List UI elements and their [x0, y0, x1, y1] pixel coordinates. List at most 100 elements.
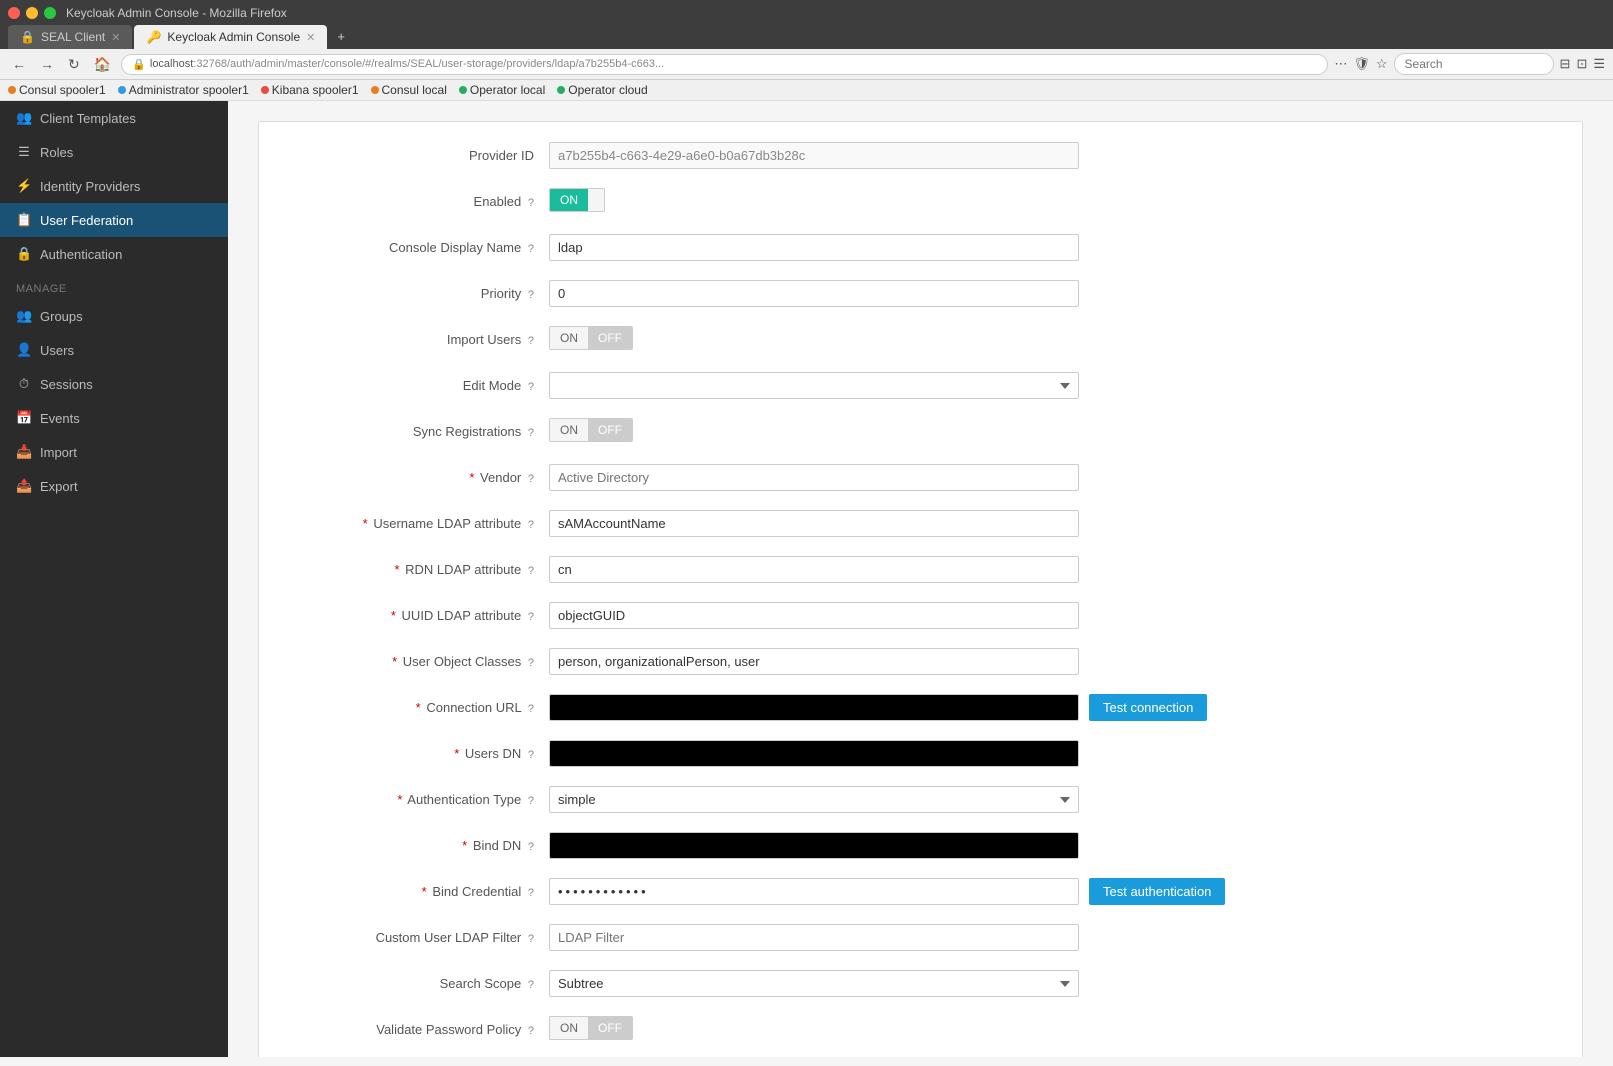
address-bar[interactable]: 🔒 localhost:32768/auth/admin/master/cons…: [121, 54, 1328, 75]
tab-keycloak[interactable]: 🔑 Keycloak Admin Console ✕: [134, 25, 327, 49]
priority-label: Priority ?: [289, 280, 549, 301]
sidebar-item-users[interactable]: 👤 Users: [0, 333, 228, 367]
enabled-toggle[interactable]: ON: [549, 188, 605, 212]
bookmark-icon[interactable]: 🛡: [1353, 56, 1370, 72]
back-button[interactable]: ←: [8, 54, 30, 74]
validate-password-toggle[interactable]: ON OFF: [549, 1016, 633, 1040]
tab-seal-close[interactable]: ✕: [111, 31, 120, 44]
bookmark-operator-cloud[interactable]: Operator cloud: [557, 83, 647, 97]
bind-dn-control: [549, 832, 1552, 859]
window-controls[interactable]: [8, 7, 56, 19]
sidebar-item-label: Authentication: [40, 247, 122, 262]
bind-dn-input[interactable]: [549, 832, 1079, 859]
window-minimize-button[interactable]: [26, 7, 38, 19]
test-connection-button[interactable]: Test connection: [1089, 694, 1207, 721]
user-object-classes-help-icon[interactable]: ?: [528, 657, 534, 669]
connection-url-input[interactable]: [549, 694, 1079, 721]
reader-mode-icon[interactable]: ⊡: [1576, 56, 1587, 72]
custom-filter-input[interactable]: [549, 924, 1079, 951]
users-dn-help-icon[interactable]: ?: [528, 749, 534, 761]
validate-pwd-on-btn[interactable]: ON: [550, 1017, 588, 1039]
authentication-type-select[interactable]: simple none: [549, 786, 1079, 813]
enabled-label: Enabled ?: [289, 188, 549, 209]
uuid-ldap-input[interactable]: [549, 602, 1079, 629]
window-maximize-button[interactable]: [44, 7, 56, 19]
import-users-on-btn[interactable]: ON: [550, 327, 588, 349]
forward-button[interactable]: →: [36, 54, 58, 74]
browser-search-input[interactable]: [1394, 53, 1554, 75]
extensions-icon[interactable]: ⋯: [1334, 56, 1347, 72]
test-authentication-button[interactable]: Test authentication: [1089, 878, 1225, 905]
toggle-on-state[interactable]: ON: [550, 189, 588, 211]
edit-mode-help-icon[interactable]: ?: [528, 381, 534, 393]
sidebar-item-import[interactable]: 📥 Import: [0, 435, 228, 469]
menu-icon[interactable]: ☰: [1593, 56, 1605, 72]
priority-help-icon[interactable]: ?: [528, 289, 534, 301]
star-icon[interactable]: ☆: [1376, 56, 1388, 72]
vendor-help-icon[interactable]: ?: [528, 473, 534, 485]
tab-keycloak-close[interactable]: ✕: [306, 31, 315, 44]
bookmark-consul-spooler1[interactable]: Consul spooler1: [8, 83, 106, 97]
browser-title: Keycloak Admin Console - Mozilla Firefox: [66, 6, 287, 20]
sync-reg-help-icon[interactable]: ?: [528, 427, 534, 439]
sidebar-toggle-icon[interactable]: ⊟: [1560, 56, 1571, 72]
bind-dn-help-icon[interactable]: ?: [528, 841, 534, 853]
sidebar-item-authentication[interactable]: 🔒 Authentication: [0, 237, 228, 271]
user-object-classes-input[interactable]: [549, 648, 1079, 675]
rdn-ldap-input[interactable]: [549, 556, 1079, 583]
users-dn-input[interactable]: [549, 740, 1079, 767]
sidebar-item-identity-providers[interactable]: ⚡ Identity Providers: [0, 169, 228, 203]
sidebar-item-roles[interactable]: ☰ Roles: [0, 135, 228, 169]
sidebar-item-groups[interactable]: 👥 Groups: [0, 299, 228, 333]
username-ldap-input[interactable]: [549, 510, 1079, 537]
search-scope-help-icon[interactable]: ?: [528, 979, 534, 991]
sidebar-item-client-templates[interactable]: 👥 Client Templates: [0, 101, 228, 135]
import-users-off-btn[interactable]: OFF: [588, 327, 632, 349]
sync-reg-on-btn[interactable]: ON: [550, 419, 588, 441]
vendor-input[interactable]: [549, 464, 1079, 491]
tab-seal-favicon: 🔒: [20, 30, 35, 44]
bookmark-kibana-spooler1[interactable]: Kibana spooler1: [261, 83, 359, 97]
validate-password-help-icon[interactable]: ?: [528, 1025, 534, 1037]
browser-chrome: Keycloak Admin Console - Mozilla Firefox…: [0, 0, 1613, 49]
provider-id-input[interactable]: [549, 142, 1079, 169]
bookmark-consul-local[interactable]: Consul local: [371, 83, 447, 97]
bookmark-operator-local[interactable]: Operator local: [459, 83, 545, 97]
sidebar-item-user-federation[interactable]: 📋 User Federation: [0, 203, 228, 237]
home-button[interactable]: 🏠: [90, 54, 115, 75]
sidebar-item-sessions[interactable]: ⏱ Sessions: [0, 367, 228, 401]
uuid-ldap-help-icon[interactable]: ?: [528, 611, 534, 623]
auth-type-help-icon[interactable]: ?: [528, 795, 534, 807]
reload-button[interactable]: ↻: [64, 54, 84, 75]
sidebar-item-export[interactable]: 📤 Export: [0, 469, 228, 503]
bind-credential-input[interactable]: [549, 878, 1079, 905]
console-display-name-input[interactable]: [549, 234, 1079, 261]
bind-cred-help-icon[interactable]: ?: [528, 887, 534, 899]
search-scope-select[interactable]: One Level Subtree: [549, 970, 1079, 997]
new-tab-button[interactable]: +: [329, 24, 353, 49]
user-object-classes-row: * User Object Classes ?: [289, 648, 1552, 680]
username-ldap-help-icon[interactable]: ?: [528, 519, 534, 531]
rdn-ldap-help-icon[interactable]: ?: [528, 565, 534, 577]
tab-keycloak-label: Keycloak Admin Console: [167, 30, 300, 44]
bookmark-admin-spooler1[interactable]: Administrator spooler1: [118, 83, 249, 97]
connection-url-help-icon[interactable]: ?: [528, 703, 534, 715]
users-icon: 👤: [16, 342, 32, 358]
bookmarks-bar: Consul spooler1 Administrator spooler1 K…: [0, 80, 1613, 101]
sync-registrations-toggle[interactable]: ON OFF: [549, 418, 633, 442]
import-users-help-icon[interactable]: ?: [528, 335, 534, 347]
validate-pwd-off-btn[interactable]: OFF: [588, 1017, 632, 1039]
custom-filter-help-icon[interactable]: ?: [528, 933, 534, 945]
edit-mode-select[interactable]: READ_ONLY WRITABLE UNSYNCED: [549, 372, 1079, 399]
priority-input[interactable]: [549, 280, 1079, 307]
sidebar-item-events[interactable]: 📅 Events: [0, 401, 228, 435]
bookmark-dot: [557, 86, 565, 94]
enabled-help-icon[interactable]: ?: [528, 197, 534, 209]
window-close-button[interactable]: [8, 7, 20, 19]
toggle-off-state[interactable]: [588, 189, 604, 211]
sync-registrations-control: ON OFF: [549, 418, 1552, 442]
console-display-help-icon[interactable]: ?: [528, 243, 534, 255]
tab-seal[interactable]: 🔒 SEAL Client ✕: [8, 25, 132, 49]
sync-reg-off-btn[interactable]: OFF: [588, 419, 632, 441]
import-users-toggle[interactable]: ON OFF: [549, 326, 633, 350]
